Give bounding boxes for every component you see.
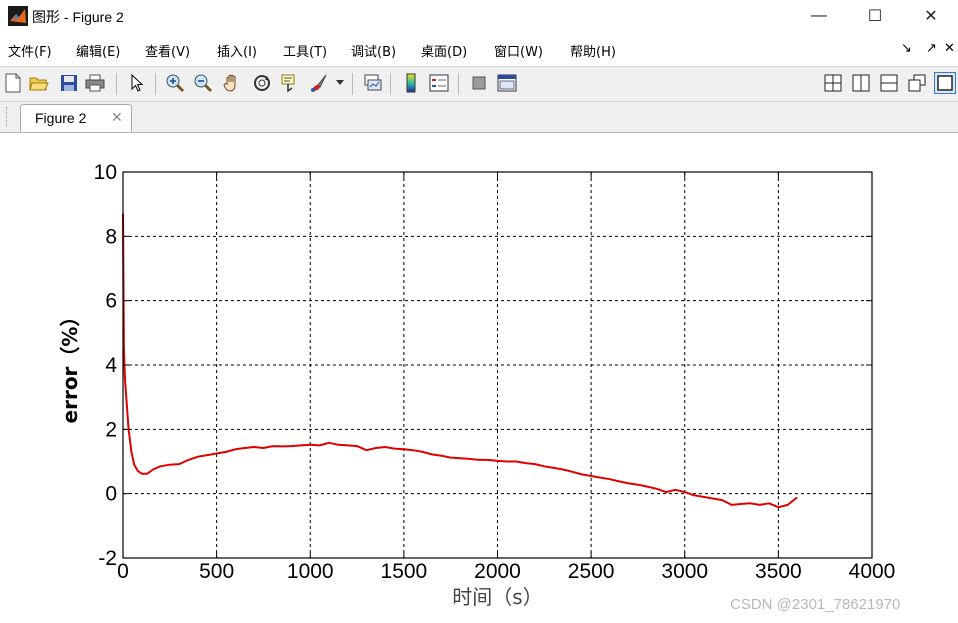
window-title: 图形 - Figure 2: [32, 9, 124, 25]
title-bar: 图形 - Figure 2 — ☐ ✕: [0, 0, 958, 32]
brush-icon[interactable]: [308, 72, 330, 94]
toolbar-separator: [458, 73, 459, 95]
minimize-icon: —: [811, 7, 827, 24]
maximize-icon: ☐: [867, 8, 883, 25]
y-tick-label: 0: [105, 483, 117, 506]
dropdown-arrow-icon[interactable]: [334, 72, 346, 94]
toolbar-separator: [352, 73, 353, 95]
rotate-3d-icon[interactable]: [251, 72, 273, 94]
link-plot-icon[interactable]: [362, 72, 384, 94]
y-tick-label: -2: [98, 547, 117, 570]
x-tick-label: 1500: [381, 560, 428, 583]
edit-plot-icon[interactable]: [126, 72, 148, 94]
y-tick-label: 4: [105, 354, 117, 377]
x-tick-label: 500: [199, 560, 234, 583]
close-figure-icon[interactable]: ✕: [944, 40, 955, 56]
open-file-icon[interactable]: [28, 72, 50, 94]
close-icon: ✕: [924, 8, 938, 25]
menu-debug[interactable]: 调试(B): [351, 41, 396, 60]
hide-plot-tools-icon[interactable]: [468, 72, 490, 94]
show-plot-tools-icon[interactable]: [496, 72, 518, 94]
matlab-logo-icon: [8, 6, 28, 26]
x-tick-label: 3500: [755, 560, 802, 583]
x-tick-label: 3000: [661, 560, 708, 583]
float-icon[interactable]: [906, 72, 928, 94]
menu-view[interactable]: 查看(V): [145, 41, 190, 60]
x-tick-label: 2000: [474, 560, 521, 583]
figure-canvas: 0 500 1000 1500 2000 2500 3000 3500 4000 -2 0 2 4 6 8 1…: [0, 133, 958, 623]
x-tick-label: 1000: [287, 560, 334, 583]
tab-figure-2[interactable]: Figure 2 ✕: [20, 104, 132, 132]
tab-grip[interactable]: [6, 107, 10, 127]
close-button[interactable]: ✕: [908, 0, 954, 32]
menu-bar: 文件(F) 编辑(E) 查看(V) 插入(I) 工具(T) 调试(B) 桌面(D…: [0, 36, 958, 64]
y-tick-label: 6: [105, 290, 117, 313]
top-bottom-icon[interactable]: [878, 72, 900, 94]
x-axis-label: 时间（s）: [452, 585, 542, 609]
undock-icon[interactable]: ↗: [926, 40, 937, 56]
tab-label: Figure 2: [35, 110, 87, 126]
save-icon[interactable]: [58, 72, 80, 94]
colorbar-icon[interactable]: [400, 72, 422, 94]
zoom-in-icon[interactable]: [164, 72, 186, 94]
menu-tools[interactable]: 工具(T): [283, 41, 327, 60]
x-tick-label: 0: [117, 560, 129, 583]
legend-icon[interactable]: [428, 72, 450, 94]
y-axis-label: error（%）: [58, 307, 82, 424]
toolbar-separator: [390, 73, 391, 95]
toolbar-separator: [155, 73, 156, 95]
maximize-button[interactable]: ☐: [852, 0, 898, 32]
menu-window[interactable]: 窗口(W): [494, 41, 543, 60]
menu-desktop[interactable]: 桌面(D): [421, 41, 467, 60]
y-tick-label: 10: [94, 161, 117, 184]
dock-icon[interactable]: ↘: [901, 40, 912, 56]
new-figure-icon[interactable]: [2, 72, 24, 94]
menu-insert[interactable]: 插入(I): [217, 41, 257, 60]
y-tick-label: 2: [105, 418, 117, 441]
figure-toolbar: [0, 66, 958, 102]
tab-close-icon[interactable]: ✕: [111, 109, 123, 126]
toolbar-separator: [116, 73, 117, 95]
x-tick-label: 2500: [568, 560, 615, 583]
zoom-out-icon[interactable]: [192, 72, 214, 94]
left-right-icon[interactable]: [850, 72, 872, 94]
menu-edit[interactable]: 编辑(E): [76, 41, 120, 60]
figure-tab-strip: Figure 2 ✕: [0, 102, 958, 133]
tile-icon[interactable]: [822, 72, 844, 94]
menu-file[interactable]: 文件(F): [8, 41, 52, 60]
watermark: CSDN @2301_78621970: [730, 596, 901, 613]
pan-icon[interactable]: [221, 72, 243, 94]
print-icon[interactable]: [84, 72, 106, 94]
y-tick-label: 8: [105, 225, 117, 248]
minimize-button[interactable]: —: [796, 0, 842, 32]
x-tick-label: 4000: [849, 560, 896, 583]
maximize-icon[interactable]: [934, 72, 956, 94]
data-cursor-icon[interactable]: [279, 72, 301, 94]
menu-help[interactable]: 帮助(H): [570, 41, 616, 60]
plot-canvas[interactable]: 0 500 1000 1500 2000 2500 3000 3500 4000-2024681…: [0, 133, 958, 623]
